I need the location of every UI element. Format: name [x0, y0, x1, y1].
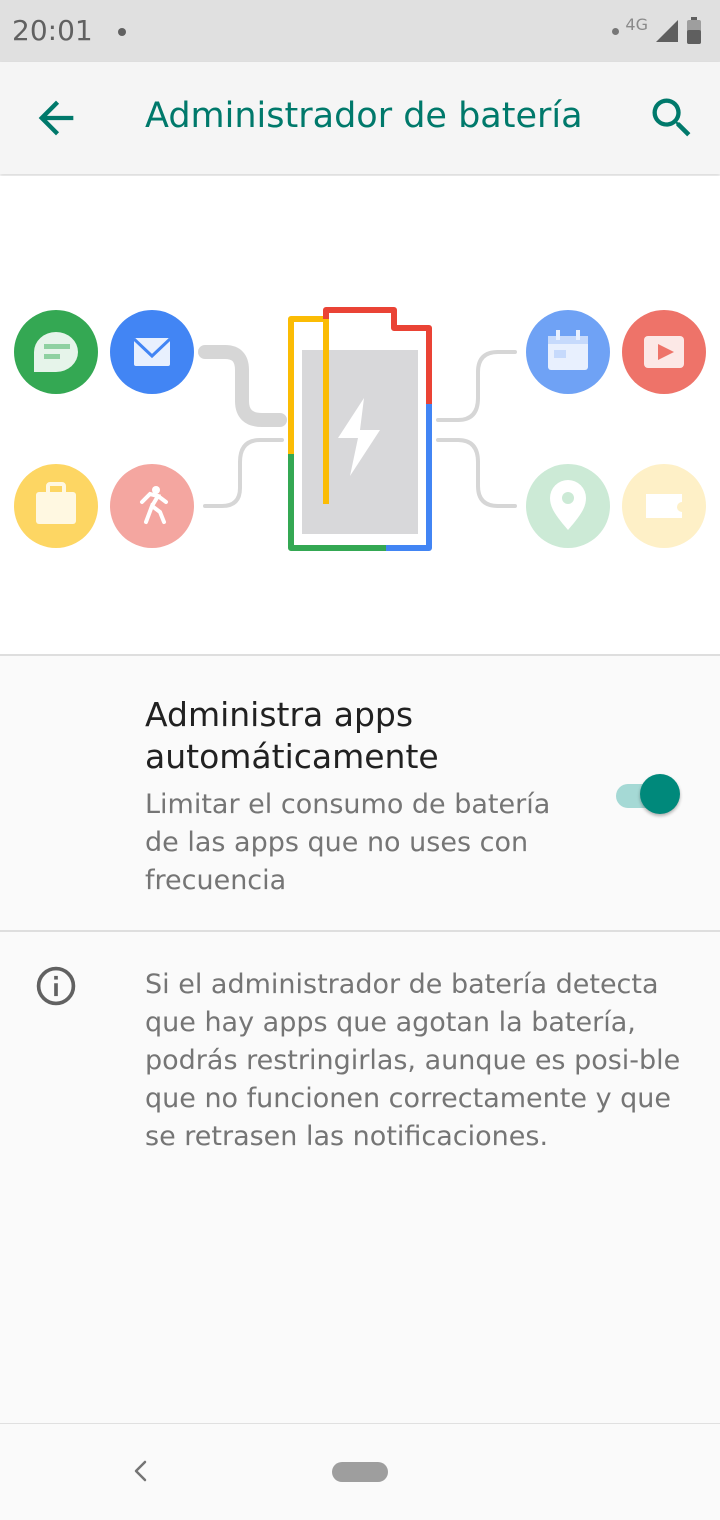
- illustration-svg: [14, 307, 706, 551]
- status-icons: 4G: [612, 14, 702, 48]
- arrow-back-icon: [38, 100, 74, 136]
- app-bar: Administrador de batería: [0, 62, 720, 174]
- connector-line: [436, 438, 517, 508]
- divider: [0, 930, 720, 932]
- battery-icon: [687, 17, 701, 44]
- search-icon: [652, 98, 691, 137]
- status-time: 20:01: [12, 14, 93, 47]
- search-button[interactable]: [646, 92, 698, 144]
- nav-back-icon[interactable]: [126, 1456, 156, 1486]
- briefcase-icon: [14, 464, 98, 548]
- connector-line: [203, 438, 284, 508]
- toggle-thumb: [640, 774, 680, 814]
- status-bar: 20:01 4G: [0, 0, 720, 62]
- setting-subtitle: Limitar el consumo de batería de las app…: [145, 789, 551, 896]
- battery-illustration: [0, 176, 720, 654]
- connector-line: [436, 350, 517, 422]
- mail-icon: [110, 310, 194, 394]
- calendar-icon: [526, 310, 610, 394]
- setting-title: Administra apps automáticamente: [145, 695, 439, 776]
- runner-icon: [110, 464, 194, 548]
- home-pill-icon[interactable]: [332, 1462, 388, 1482]
- message-icon: [14, 310, 98, 394]
- notification-dot-icon: [118, 28, 126, 36]
- network-type: 4G: [625, 14, 648, 34]
- info-icon: [36, 966, 76, 1006]
- auto-manage-toggle[interactable]: [616, 774, 682, 814]
- battery-bolt-icon: [288, 307, 432, 551]
- signal-icon: [656, 20, 678, 42]
- navigation-bar: [0, 1424, 720, 1520]
- connector-line: [198, 345, 287, 427]
- auto-manage-setting[interactable]: Administra apps automáticamente Limitar …: [0, 656, 720, 930]
- info-description: Si el administrador de batería detecta q…: [145, 969, 681, 1152]
- video-icon: [622, 310, 706, 394]
- ticket-icon: [622, 464, 706, 548]
- location-icon: [526, 464, 610, 548]
- back-button[interactable]: [30, 92, 82, 144]
- activity-dot-icon: [612, 27, 620, 35]
- page-title: Administrador de batería: [145, 96, 583, 136]
